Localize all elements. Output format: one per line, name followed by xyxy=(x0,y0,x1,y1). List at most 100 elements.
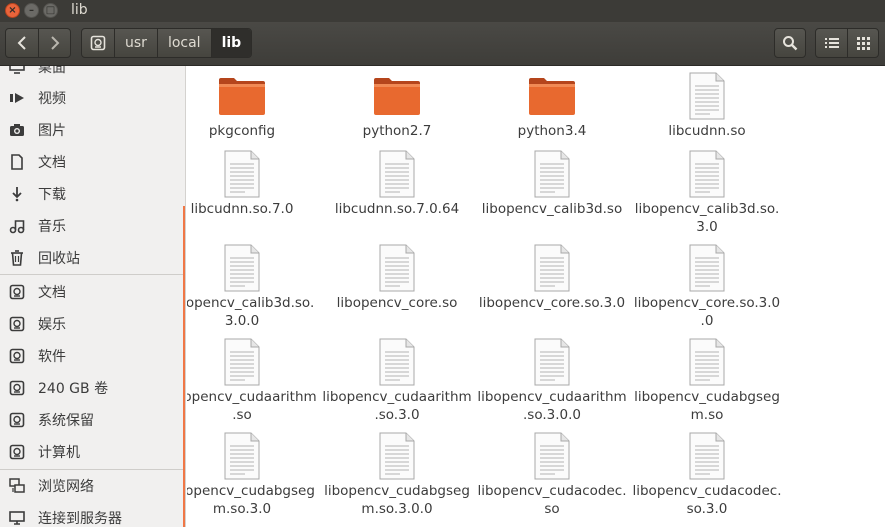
maximize-window-button[interactable]: □ xyxy=(43,3,58,18)
file-item[interactable]: libopencv_core.so xyxy=(322,244,472,312)
window-title: lib xyxy=(71,2,88,18)
sidebar-item-volume-240gb[interactable]: 240 GB 卷 xyxy=(0,372,183,404)
sidebar-item-label: 桌面 xyxy=(38,66,66,76)
search-icon xyxy=(783,36,798,51)
sidebar-item-label: 软件 xyxy=(38,349,66,365)
file-name: libopencv_calib3d.so.3.0.0 xyxy=(187,295,315,329)
text-file-icon xyxy=(528,150,576,198)
sidebar-item-label: 系统保留 xyxy=(38,413,94,429)
sidebar-scroll-indicator xyxy=(183,206,185,527)
text-file-icon xyxy=(683,72,731,120)
file-name: libopencv_cudacodec.so xyxy=(477,483,627,517)
sidebar-item-volume-system-reserved[interactable]: 系统保留 xyxy=(0,404,183,436)
file-item[interactable]: libopencv_cudaarithm.so xyxy=(187,338,317,424)
text-file-icon xyxy=(218,432,266,480)
list-icon xyxy=(824,38,839,48)
sidebar-item-label: 240 GB 卷 xyxy=(38,381,109,397)
sidebar-item-label: 下载 xyxy=(38,187,66,203)
file-item[interactable]: libcudnn.so.7.0.64 xyxy=(322,150,472,218)
sidebar-item-label: 计算机 xyxy=(38,445,80,461)
text-file-icon xyxy=(218,338,266,386)
sidebar-item-label: 回收站 xyxy=(38,251,80,267)
file-name: libopencv_core.so.3.0.0 xyxy=(633,295,781,329)
file-item[interactable]: libcudnn.so xyxy=(632,72,782,140)
folder-item[interactable]: python3.4 xyxy=(477,72,627,140)
maximize-icon: □ xyxy=(45,5,56,16)
sidebar-item-label: 音乐 xyxy=(38,219,66,235)
minimize-window-button[interactable]: – xyxy=(24,3,39,18)
download-icon xyxy=(8,185,26,203)
folder-item[interactable]: pkgconfig xyxy=(187,72,317,140)
sidebar-item-downloads[interactable]: 下载 xyxy=(0,178,183,210)
sidebar-item-documents[interactable]: 文档 xyxy=(0,146,183,178)
file-name: libcudnn.so.7.0.64 xyxy=(334,201,460,217)
breadcrumb-usr[interactable]: usr xyxy=(115,29,158,57)
file-item[interactable]: libopencv_cudabgsegm.so.3.0 xyxy=(187,432,317,518)
list-view-button[interactable] xyxy=(816,29,847,57)
file-name: libopencv_core.so.3.0 xyxy=(478,295,626,311)
sidebar-item-pictures[interactable]: 图片 xyxy=(0,114,183,146)
video-icon xyxy=(8,89,26,107)
breadcrumb-lib[interactable]: lib xyxy=(211,29,252,57)
search-button[interactable] xyxy=(774,28,806,58)
back-button[interactable] xyxy=(6,29,38,57)
file-name: libopencv_calib3d.so.3.0 xyxy=(634,201,780,235)
file-name: libopencv_cudabgsegm.so.3.0.0 xyxy=(324,483,470,517)
sidebar-item-volume-software[interactable]: 软件 xyxy=(0,340,183,372)
folder-icon xyxy=(218,72,266,120)
trash-icon xyxy=(8,249,26,267)
drive-icon xyxy=(8,411,26,429)
sidebar-item-videos[interactable]: 视频 xyxy=(0,82,183,114)
file-item[interactable]: libopencv_calib3d.so.3.0 xyxy=(632,150,782,236)
file-item[interactable]: libopencv_cudaarithm.so.3.0 xyxy=(322,338,472,424)
title-bar: × – □ lib xyxy=(0,0,885,22)
toolbar: usr local lib xyxy=(0,22,885,66)
server-icon xyxy=(8,509,26,527)
sidebar-item-music[interactable]: 音乐 xyxy=(0,210,183,242)
camera-icon xyxy=(8,121,26,139)
file-item[interactable]: libopencv_cudaarithm.so.3.0.0 xyxy=(477,338,627,424)
file-item[interactable]: libopencv_cudacodec.so.3.0 xyxy=(632,432,782,518)
folder-icon xyxy=(528,72,576,120)
sidebar-item-computer[interactable]: 计算机 xyxy=(0,436,183,468)
chevron-right-icon xyxy=(50,36,59,50)
text-file-icon xyxy=(683,150,731,198)
sidebar-separator xyxy=(0,274,183,275)
desktop-icon xyxy=(8,66,26,76)
breadcrumb-local[interactable]: local xyxy=(158,29,212,57)
file-name: libcudnn.so.7.0 xyxy=(190,201,294,217)
file-item[interactable]: libopencv_core.so.3.0 xyxy=(477,244,627,312)
file-item[interactable]: libopencv_calib3d.so.3.0.0 xyxy=(187,244,317,330)
file-name: pkgconfig xyxy=(208,123,276,139)
sidebar-item-volume-entertainment[interactable]: 娱乐 xyxy=(0,308,183,340)
file-item[interactable]: libcudnn.so.7.0 xyxy=(187,150,317,218)
file-name: libopencv_cudabgsegm.so.3.0 xyxy=(187,483,315,517)
file-name: python2.7 xyxy=(362,123,432,139)
file-item[interactable]: libopencv_cudabgsegm.so xyxy=(632,338,782,424)
file-name: libopencv_calib3d.so xyxy=(481,201,623,217)
file-name: libopencv_cudabgsegm.so xyxy=(634,389,780,423)
file-item[interactable]: libopencv_cudabgsegm.so.3.0.0 xyxy=(322,432,472,518)
file-item[interactable]: libopencv_cudacodec.so xyxy=(477,432,627,518)
close-icon: × xyxy=(8,5,17,16)
text-file-icon xyxy=(373,244,421,292)
sidebar-item-label: 文档 xyxy=(38,155,66,171)
sidebar-item-desktop[interactable]: 桌面 xyxy=(0,66,183,83)
sidebar-item-connect-server[interactable]: 连接到服务器 xyxy=(0,502,183,527)
drive-icon xyxy=(8,315,26,333)
forward-button[interactable] xyxy=(38,29,70,57)
sidebar-item-browse-network[interactable]: 浏览网络 xyxy=(0,470,183,502)
sidebar-item-trash[interactable]: 回收站 xyxy=(0,242,183,274)
folder-item[interactable]: python2.7 xyxy=(322,72,472,140)
grid-view-button[interactable] xyxy=(847,29,878,57)
view-mode-buttons xyxy=(815,28,879,58)
grid-icon xyxy=(856,36,870,50)
breadcrumb-root[interactable] xyxy=(82,29,115,57)
sidebar-item-volume-documents[interactable]: 文档 xyxy=(0,276,183,308)
text-file-icon xyxy=(373,432,421,480)
text-file-icon xyxy=(683,338,731,386)
text-file-icon xyxy=(528,244,576,292)
close-window-button[interactable]: × xyxy=(5,3,20,18)
file-item[interactable]: libopencv_core.so.3.0.0 xyxy=(632,244,782,330)
file-item[interactable]: libopencv_calib3d.so xyxy=(477,150,627,218)
